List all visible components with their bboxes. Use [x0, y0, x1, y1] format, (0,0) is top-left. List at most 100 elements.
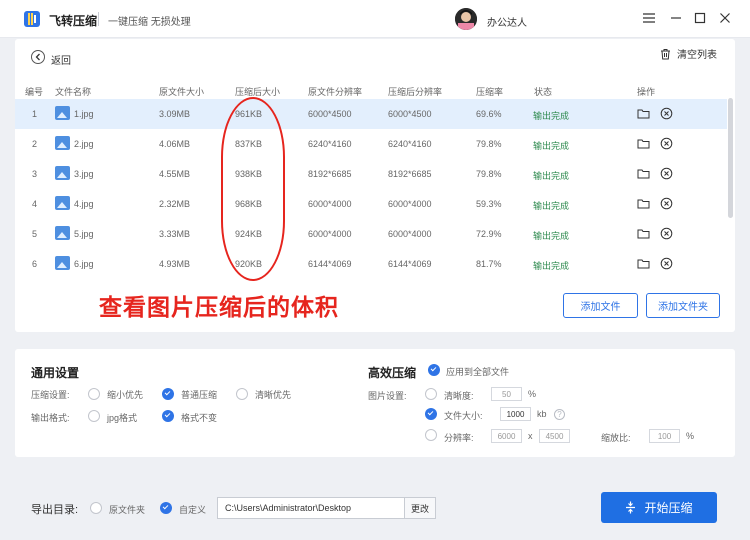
back-button[interactable] [31, 50, 45, 64]
avatar-image-icon [455, 8, 477, 30]
image-thumbnail-icon [55, 136, 70, 150]
compress-option-clarity[interactable]: 清晰优先 [255, 388, 291, 401]
radio-format-keep[interactable] [162, 410, 174, 422]
format-option-keep[interactable]: 格式不变 [181, 411, 217, 424]
compress-option-normal[interactable]: 普通压缩 [181, 388, 217, 401]
change-path-button[interactable]: 更改 [404, 497, 436, 519]
clarity-input[interactable]: 50 [491, 387, 522, 401]
cell-orig-size: 3.09MB [159, 109, 191, 119]
cell-id: 6 [32, 259, 38, 269]
trash-icon [661, 48, 670, 59]
open-folder-icon[interactable] [637, 137, 650, 150]
open-folder-icon[interactable] [637, 167, 650, 180]
clear-list-button[interactable]: 清空列表 [660, 46, 717, 61]
cell-rate: 79.8% [476, 169, 502, 179]
cell-new-res: 6000*4000 [388, 229, 432, 239]
output-format-label: 输出格式: [31, 413, 70, 423]
scale-input[interactable]: 100 [649, 429, 680, 443]
image-thumbnail-icon [55, 106, 70, 120]
menu-icon[interactable] [640, 9, 658, 27]
open-folder-icon[interactable] [637, 257, 650, 270]
table-row[interactable]: 6 6.jpg 4.93MB 920KB 6144*4069 6144*4069… [15, 249, 727, 279]
table-row[interactable]: 5 5.jpg 3.33MB 924KB 6000*4000 6000*4000… [15, 219, 727, 249]
open-folder-icon[interactable] [637, 107, 650, 120]
clarity-label: 清晰度: [444, 391, 474, 401]
table-row[interactable]: 2 2.jpg 4.06MB 837KB 6240*4160 6240*4160… [15, 129, 727, 159]
cell-id: 5 [32, 229, 38, 239]
back-label[interactable]: 返回 [51, 52, 71, 67]
app-slogan: 一键压缩 无损处理 [108, 17, 191, 28]
radio-compress-normal[interactable] [162, 388, 174, 400]
apply-all-label[interactable]: 应用到全部文件 [446, 365, 509, 378]
radio-compress-clarity[interactable] [236, 388, 248, 400]
cell-new-res: 8192*6685 [388, 169, 432, 179]
cell-orig-res: 6000*4500 [308, 109, 352, 119]
open-folder-icon[interactable] [637, 197, 650, 210]
export-option-custom[interactable]: 自定义 [179, 503, 206, 516]
app-title: 飞转压缩 [49, 14, 98, 28]
radio-clarity[interactable] [425, 388, 437, 400]
close-icon[interactable] [716, 9, 734, 27]
compress-option-smallest[interactable]: 缩小优先 [107, 388, 143, 401]
cell-rate: 72.9% [476, 229, 502, 239]
radio-resolution[interactable] [425, 429, 437, 441]
annotation-highlight-oval [221, 97, 285, 281]
header-new-res: 压缩后分辨率 [388, 87, 443, 97]
export-dir-label: 导出目录: [31, 504, 79, 516]
checkbox-apply-all[interactable] [428, 364, 440, 376]
cell-orig-res: 6240*4160 [308, 139, 352, 149]
image-thumbnail-icon [55, 226, 70, 240]
radio-export-custom[interactable] [160, 502, 172, 514]
radio-format-jpg[interactable] [88, 410, 100, 422]
general-settings-title: 通用设置 [31, 366, 80, 380]
table-row[interactable]: 3 3.jpg 4.55MB 938KB 8192*6685 8192*6685… [15, 159, 727, 189]
cell-orig-size: 4.93MB [159, 259, 191, 269]
cell-orig-res: 8192*6685 [308, 169, 352, 179]
remove-row-icon[interactable] [660, 227, 673, 240]
export-path-input[interactable]: C:\Users\Administrator\Desktop [217, 497, 405, 519]
filesize-input[interactable]: 1000 [500, 407, 531, 421]
maximize-icon[interactable] [691, 9, 709, 27]
username[interactable]: 办公达人 [487, 14, 527, 29]
compress-setting-label: 压缩设置: [31, 390, 70, 400]
cell-rate: 69.6% [476, 109, 502, 119]
image-thumbnail-icon [55, 166, 70, 180]
header-id: 编号 [25, 87, 44, 97]
remove-row-icon[interactable] [660, 257, 673, 270]
cell-status: 输出完成 [533, 261, 570, 271]
radio-export-original[interactable] [90, 502, 102, 514]
radio-filesize[interactable] [425, 408, 437, 420]
cell-orig-size: 4.55MB [159, 169, 191, 179]
cell-orig-res: 6000*4000 [308, 199, 352, 209]
format-option-jpg[interactable]: jpg格式 [107, 411, 137, 424]
table-row[interactable]: 1 1.jpg 3.09MB 961KB 6000*4500 6000*4500… [15, 99, 727, 129]
resolution-label: 分辨率: [444, 433, 474, 443]
resolution-width-input[interactable]: 6000 [491, 429, 522, 443]
header-actions: 操作 [637, 87, 656, 97]
start-compress-button[interactable]: 开始压缩 [601, 492, 717, 523]
cell-orig-size: 3.33MB [159, 229, 191, 239]
cell-new-res: 6240*4160 [388, 139, 432, 149]
remove-row-icon[interactable] [660, 167, 673, 180]
remove-row-icon[interactable] [660, 107, 673, 120]
cell-name: 5.jpg [74, 229, 94, 239]
add-folder-button[interactable]: 添加文件夹 [646, 293, 720, 318]
scale-label: 缩放比: [601, 433, 631, 443]
avatar[interactable] [455, 8, 477, 30]
list-scrollbar[interactable] [728, 98, 733, 218]
remove-row-icon[interactable] [660, 197, 673, 210]
header-rate: 压缩率 [476, 87, 504, 97]
minimize-icon[interactable] [667, 9, 685, 27]
open-folder-icon[interactable] [637, 227, 650, 240]
resolution-height-input[interactable]: 4500 [539, 429, 570, 443]
export-option-original[interactable]: 原文件夹 [109, 503, 145, 516]
table-row[interactable]: 4 4.jpg 2.32MB 968KB 6000*4000 6000*4000… [15, 189, 727, 219]
header-orig-size: 原文件大小 [159, 87, 205, 97]
radio-compress-smallest[interactable] [88, 388, 100, 400]
compress-icon [626, 501, 636, 514]
add-file-button[interactable]: 添加文件 [563, 293, 638, 318]
help-icon[interactable]: ? [554, 409, 565, 420]
chevron-left-icon [35, 53, 40, 61]
remove-row-icon[interactable] [660, 137, 673, 150]
cell-rate: 79.8% [476, 139, 502, 149]
